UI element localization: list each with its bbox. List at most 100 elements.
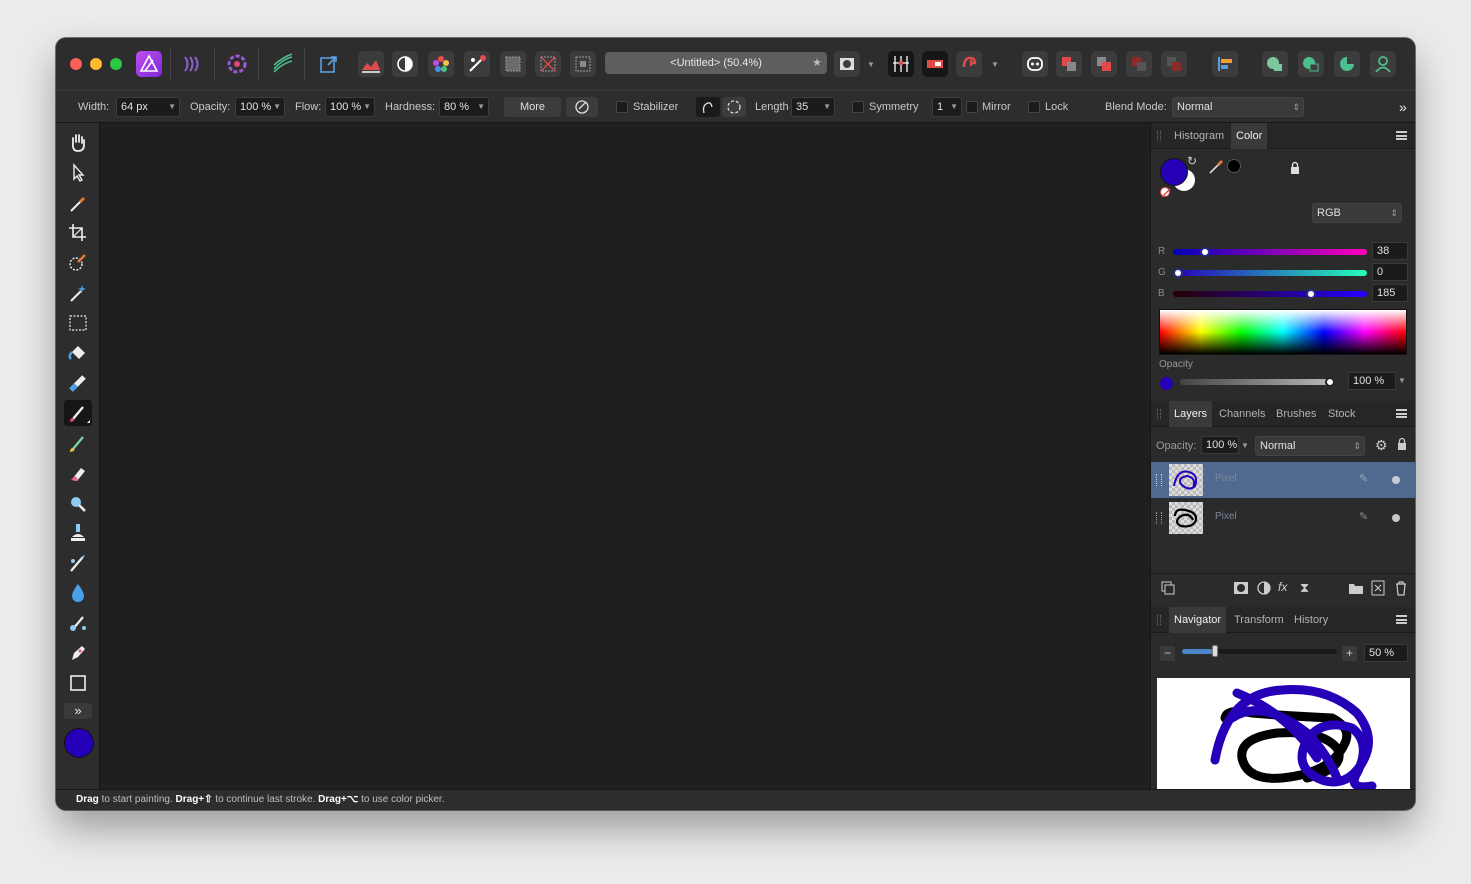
liquify-persona-icon[interactable] [180, 51, 206, 77]
mask-layer-icon[interactable] [1233, 581, 1249, 600]
panel-menu-icon[interactable] [1396, 409, 1407, 418]
symmetry-count-field[interactable]: 1 ▼ [932, 97, 962, 117]
quick-mask-dropdown-icon[interactable]: ▼ [867, 60, 875, 69]
move-tool-icon[interactable] [64, 160, 92, 186]
tab-channels[interactable]: Channels [1214, 401, 1270, 427]
flood-select-tool-icon[interactable] [64, 280, 92, 306]
assistant-icon[interactable] [956, 51, 982, 77]
select-all-icon[interactable] [500, 51, 526, 77]
lock-icon[interactable] [1289, 161, 1301, 180]
clone-brush-tool-icon[interactable] [64, 520, 92, 546]
invert-selection-icon[interactable] [570, 51, 596, 77]
tab-layers[interactable]: Layers [1169, 401, 1213, 427]
brush-dynamics-button[interactable] [566, 97, 598, 117]
opacity-field[interactable]: 100 % ▼ [235, 97, 285, 117]
auto-colors-icon[interactable] [428, 51, 454, 77]
boolean-add-icon[interactable] [1262, 51, 1288, 77]
gradient-tool-icon[interactable] [64, 370, 92, 396]
color-opacity-knob[interactable] [1325, 377, 1335, 387]
panel-menu-icon[interactable] [1396, 131, 1407, 140]
tab-brushes[interactable]: Brushes [1271, 401, 1321, 427]
blue-slider[interactable] [1173, 289, 1367, 299]
add-group-icon[interactable] [1348, 581, 1364, 600]
window-mode-button[interactable] [722, 97, 746, 117]
panel-grip-icon[interactable] [1157, 615, 1161, 625]
user-account-icon[interactable] [1370, 51, 1396, 77]
panel-grip-icon[interactable] [1157, 131, 1161, 141]
length-field[interactable]: 35 ▼ [791, 97, 835, 117]
color-opacity-field[interactable]: 100 % [1348, 372, 1396, 390]
hand-tool-icon[interactable] [64, 130, 92, 156]
erase-brush-tool-icon[interactable] [64, 460, 92, 486]
blue-slider-knob[interactable] [1306, 289, 1317, 299]
more-button[interactable]: More [504, 97, 561, 117]
lock-icon[interactable] [1397, 437, 1407, 456]
swap-colors-icon[interactable]: ↻ [1187, 154, 1197, 168]
rope-mode-button[interactable] [696, 97, 720, 117]
green-slider-knob[interactable] [1173, 268, 1183, 278]
tab-transform[interactable]: Transform [1229, 607, 1289, 633]
color-spectrum[interactable] [1159, 309, 1407, 355]
color-replacement-tool-icon[interactable] [64, 430, 92, 456]
develop-persona-icon[interactable] [224, 51, 250, 77]
lock-checkbox[interactable] [1028, 101, 1040, 113]
symmetry-checkbox[interactable] [852, 101, 864, 113]
photo-persona-icon[interactable] [136, 51, 162, 77]
minimize-window-button[interactable] [90, 58, 102, 70]
zoom-window-button[interactable] [110, 58, 122, 70]
tab-histogram[interactable]: Histogram [1169, 123, 1229, 149]
pen-tool-icon[interactable] [64, 640, 92, 666]
arrange-back-icon[interactable] [1056, 51, 1082, 77]
blue-value-field[interactable]: 185 [1372, 284, 1408, 302]
blemish-removal-tool-icon[interactable] [64, 550, 92, 576]
blend-mode-select[interactable]: Normal ⇕ [1172, 97, 1304, 117]
red-value-field[interactable]: 38 [1372, 242, 1408, 260]
inpainting-brush-tool-icon[interactable] [64, 610, 92, 636]
primary-color-swatch[interactable] [64, 728, 94, 758]
auto-contrast-icon[interactable] [392, 51, 418, 77]
flow-field[interactable]: 100 % ▼ [325, 97, 375, 117]
gear-icon[interactable]: ⚙ [1375, 437, 1388, 454]
rectangular-marquee-tool-icon[interactable] [64, 310, 92, 336]
tone-mapping-persona-icon[interactable] [270, 51, 296, 77]
hardness-field[interactable]: 80 % ▼ [439, 97, 489, 117]
zoom-slider-knob[interactable] [1211, 645, 1218, 657]
paint-brush-tool-icon[interactable] [64, 400, 92, 426]
blur-brush-tool-icon[interactable] [64, 580, 92, 606]
trash-icon[interactable] [1394, 580, 1408, 601]
visibility-dot-icon[interactable] [1392, 514, 1400, 522]
zoom-value-field[interactable]: 50 % [1364, 644, 1408, 662]
color-mode-select[interactable]: RGB ⇕ [1312, 203, 1402, 223]
assistant-manager-icon[interactable] [1022, 51, 1048, 77]
color-picker-tool-icon[interactable] [64, 190, 92, 216]
drag-handle-icon[interactable] [1156, 512, 1162, 524]
arrange-to-front-icon[interactable] [1161, 51, 1187, 77]
layer-stack-icon[interactable] [1160, 580, 1176, 601]
green-slider[interactable] [1173, 268, 1367, 278]
width-field[interactable]: 64 px ▼ [116, 97, 180, 117]
picked-color-swatch[interactable] [1227, 159, 1241, 173]
rectangle-tool-icon[interactable] [64, 670, 92, 696]
boolean-intersect-icon[interactable] [1334, 51, 1360, 77]
green-value-field[interactable]: 0 [1372, 263, 1408, 281]
close-window-button[interactable] [70, 58, 82, 70]
hourglass-icon[interactable]: ⧗ [1300, 580, 1309, 596]
zoom-in-button[interactable]: + [1342, 646, 1357, 661]
panel-menu-icon[interactable] [1396, 615, 1407, 624]
layer-blend-mode-select[interactable]: Normal ⇕ [1255, 436, 1365, 456]
expand-tools-button[interactable]: » [64, 703, 92, 719]
primary-color-circle[interactable] [1160, 158, 1188, 186]
canvas-area[interactable] [101, 123, 1150, 789]
snapping-icon[interactable] [888, 51, 914, 77]
mirror-checkbox[interactable] [966, 101, 978, 113]
tab-color[interactable]: Color [1231, 123, 1268, 149]
add-pixel-layer-icon[interactable] [1371, 580, 1385, 601]
visibility-dot-icon[interactable] [1392, 476, 1400, 484]
align-icon[interactable] [1212, 51, 1238, 77]
layer-row[interactable]: Pixel ✎ [1151, 500, 1415, 536]
tab-navigator[interactable]: Navigator [1169, 607, 1227, 633]
chevron-down-icon[interactable]: ▼ [1398, 376, 1406, 385]
force-pixel-alignment-icon[interactable] [922, 51, 948, 77]
adjustment-layer-icon[interactable] [1256, 580, 1272, 601]
assistant-dropdown-icon[interactable]: ▼ [991, 60, 999, 69]
